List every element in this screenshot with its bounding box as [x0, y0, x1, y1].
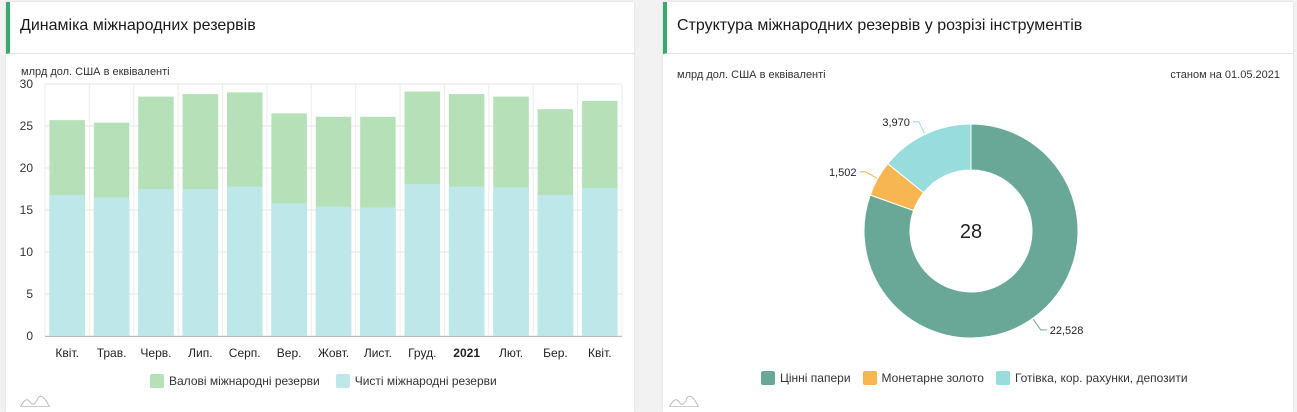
y-tick-label: 15: [20, 203, 34, 217]
x-tick-label: Серп.: [229, 346, 261, 360]
slice-connector-line: [1032, 318, 1047, 331]
legend-item-gold[interactable]: Монетарне золото: [862, 371, 984, 385]
y-tick-label: 10: [20, 245, 34, 259]
bar-net-reserves[interactable]: [448, 186, 485, 336]
y-tick-label: 30: [20, 77, 34, 91]
bar-net-reserves[interactable]: [360, 207, 396, 336]
x-tick-label: Вер.: [277, 346, 302, 360]
legend-swatch: [335, 374, 350, 388]
legend-swatch: [862, 371, 877, 385]
chart-logo-icon: [669, 395, 699, 407]
bar-chart-legend: Валові міжнародні резерви Чисті міжнарод…: [150, 374, 509, 388]
legend-item-cash[interactable]: Готівка, кор. рахунки, депозити: [995, 371, 1188, 385]
x-tick-label: Лип.: [188, 346, 212, 360]
bar-net-reserves[interactable]: [93, 197, 130, 336]
legend-swatch: [995, 371, 1010, 385]
legend-label: Чисті міжнародні резерви: [354, 374, 497, 388]
donut-chart-legend: Цінні папери Монетарне золото Готівка, к…: [761, 371, 1200, 385]
legend-swatch: [150, 374, 164, 388]
donut-chart: 22,528 1,502 3,970 28: [829, 117, 1084, 339]
bar-chart: 0 5 10 15 20 25 30 Квіт. Трав. Черв. Лип. Серп. Вер.…: [20, 77, 623, 360]
bar-net-reserves[interactable]: [226, 186, 263, 336]
y-tick-label: 25: [20, 119, 34, 133]
y-tick-label: 0: [26, 329, 33, 343]
x-tick-label: 2021: [453, 346, 480, 360]
legend-item-gross[interactable]: Валові міжнародні резерви: [150, 374, 320, 388]
bar-net-reserves[interactable]: [582, 188, 618, 336]
bar-net-reserves[interactable]: [182, 189, 219, 336]
reserves-dynamics-panel: Динаміка міжнародних резервів млрд дол. …: [6, 2, 634, 412]
slice-value-label: 3,970: [882, 117, 910, 129]
bar-net-reserves[interactable]: [271, 203, 307, 336]
bar-net-reserves[interactable]: [138, 189, 174, 336]
legend-label: Монетарне золото: [881, 371, 984, 385]
slice-value-label: 22,528: [1050, 325, 1084, 337]
x-tick-label: Черв.: [140, 346, 171, 360]
slice-connector-line: [859, 171, 878, 179]
chart-logo-icon: [20, 395, 50, 407]
x-tick-label: Квіт.: [588, 346, 612, 360]
x-tick-label: Бер.: [543, 346, 568, 360]
reserves-structure-panel: Структура міжнародних резервів у розрізі…: [663, 2, 1293, 412]
bar-net-reserves[interactable]: [404, 183, 441, 336]
x-tick-label: Жовт.: [318, 346, 349, 360]
legend-label: Цінні папери: [780, 371, 851, 385]
donut-center-total: 28: [960, 221, 982, 243]
legend-label: Готівка, кор. рахунки, депозити: [1014, 371, 1188, 385]
slice-connector-line: [912, 121, 925, 134]
x-tick-label: Лют.: [499, 346, 523, 360]
legend-item-securities[interactable]: Цінні папери: [761, 371, 851, 385]
y-tick-label: 20: [20, 161, 34, 175]
y-tick-label: 5: [26, 287, 33, 301]
legend-item-net[interactable]: Чисті міжнародні резерви: [335, 374, 497, 388]
x-tick-label: Лист.: [364, 346, 392, 360]
slice-value-label: 1,502: [829, 167, 857, 179]
bar-net-reserves[interactable]: [537, 194, 574, 336]
bar-net-reserves[interactable]: [493, 187, 529, 336]
x-tick-label: Квіт.: [55, 346, 79, 360]
bar-net-reserves[interactable]: [315, 206, 352, 336]
bar-net-reserves[interactable]: [49, 194, 85, 336]
x-tick-label: Груд.: [408, 346, 436, 360]
legend-swatch: [761, 371, 775, 385]
legend-label: Валові міжнародні резерви: [169, 374, 320, 388]
x-tick-label: Трав.: [97, 346, 127, 360]
